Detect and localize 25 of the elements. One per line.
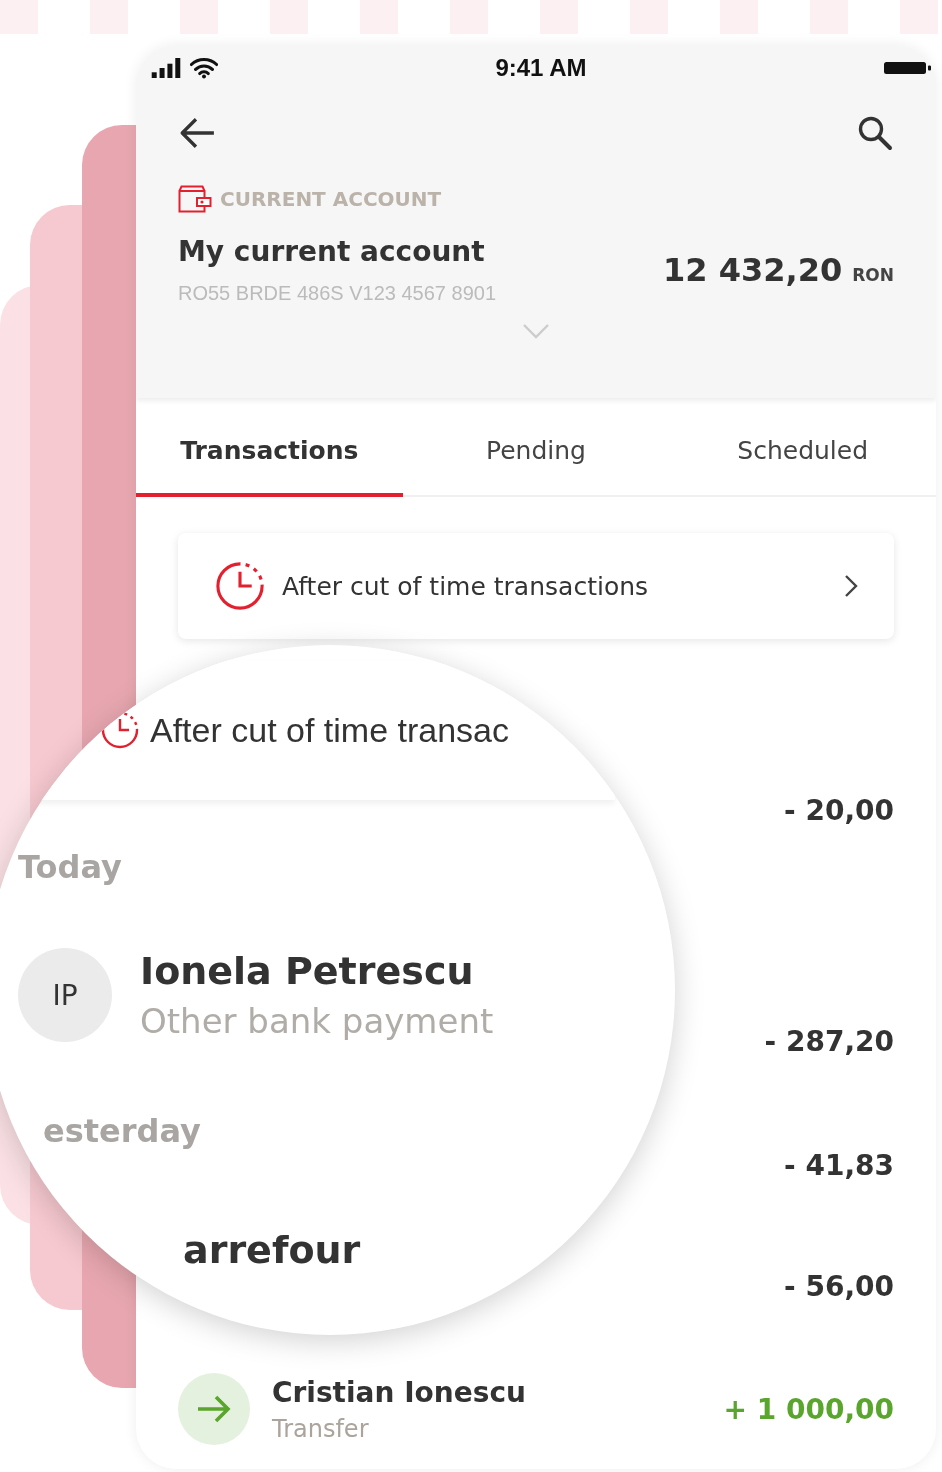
transaction-name: Ionela Petrescu <box>140 949 475 993</box>
account-name: My current account <box>178 235 486 268</box>
section-heading: Today <box>18 848 123 886</box>
notice-text: After cut of time transac <box>150 710 510 750</box>
tab[interactable]: Pending <box>402 398 670 497</box>
account-balance: 12 432,20 <box>663 251 843 289</box>
tab[interactable]: Transactions <box>136 398 403 497</box>
transaction-amount: + 1 000,00 <box>723 1392 894 1426</box>
account-type-label: CURRENT ACCOUNT <box>220 187 442 211</box>
transaction-amount: - 20,00 <box>784 793 894 827</box>
transaction-amount: - 41,83 <box>784 1148 894 1182</box>
status-time: 9:41 AM <box>495 54 587 82</box>
transaction-name: arrefour <box>183 1228 361 1272</box>
notice-card[interactable]: After cut of time transactions <box>178 533 894 639</box>
account-iban: RO55 BRDE 486S V123 4567 8901 <box>178 282 496 305</box>
transaction-amount: - 287,20 <box>764 1024 894 1058</box>
transaction-name: Cristian Ionescu <box>272 1375 526 1409</box>
currency-label: RON <box>852 265 894 285</box>
transaction-type: Other bank payment <box>140 1001 494 1041</box>
tab[interactable]: Scheduled <box>669 398 936 497</box>
transaction-amount: - 56,00 <box>784 1269 894 1303</box>
transaction-type: Transfer <box>272 1414 370 1443</box>
notice-text: After cut of time transactions <box>282 571 650 601</box>
section-heading: esterday <box>43 1112 202 1150</box>
initials-avatar: IP <box>18 948 112 1042</box>
